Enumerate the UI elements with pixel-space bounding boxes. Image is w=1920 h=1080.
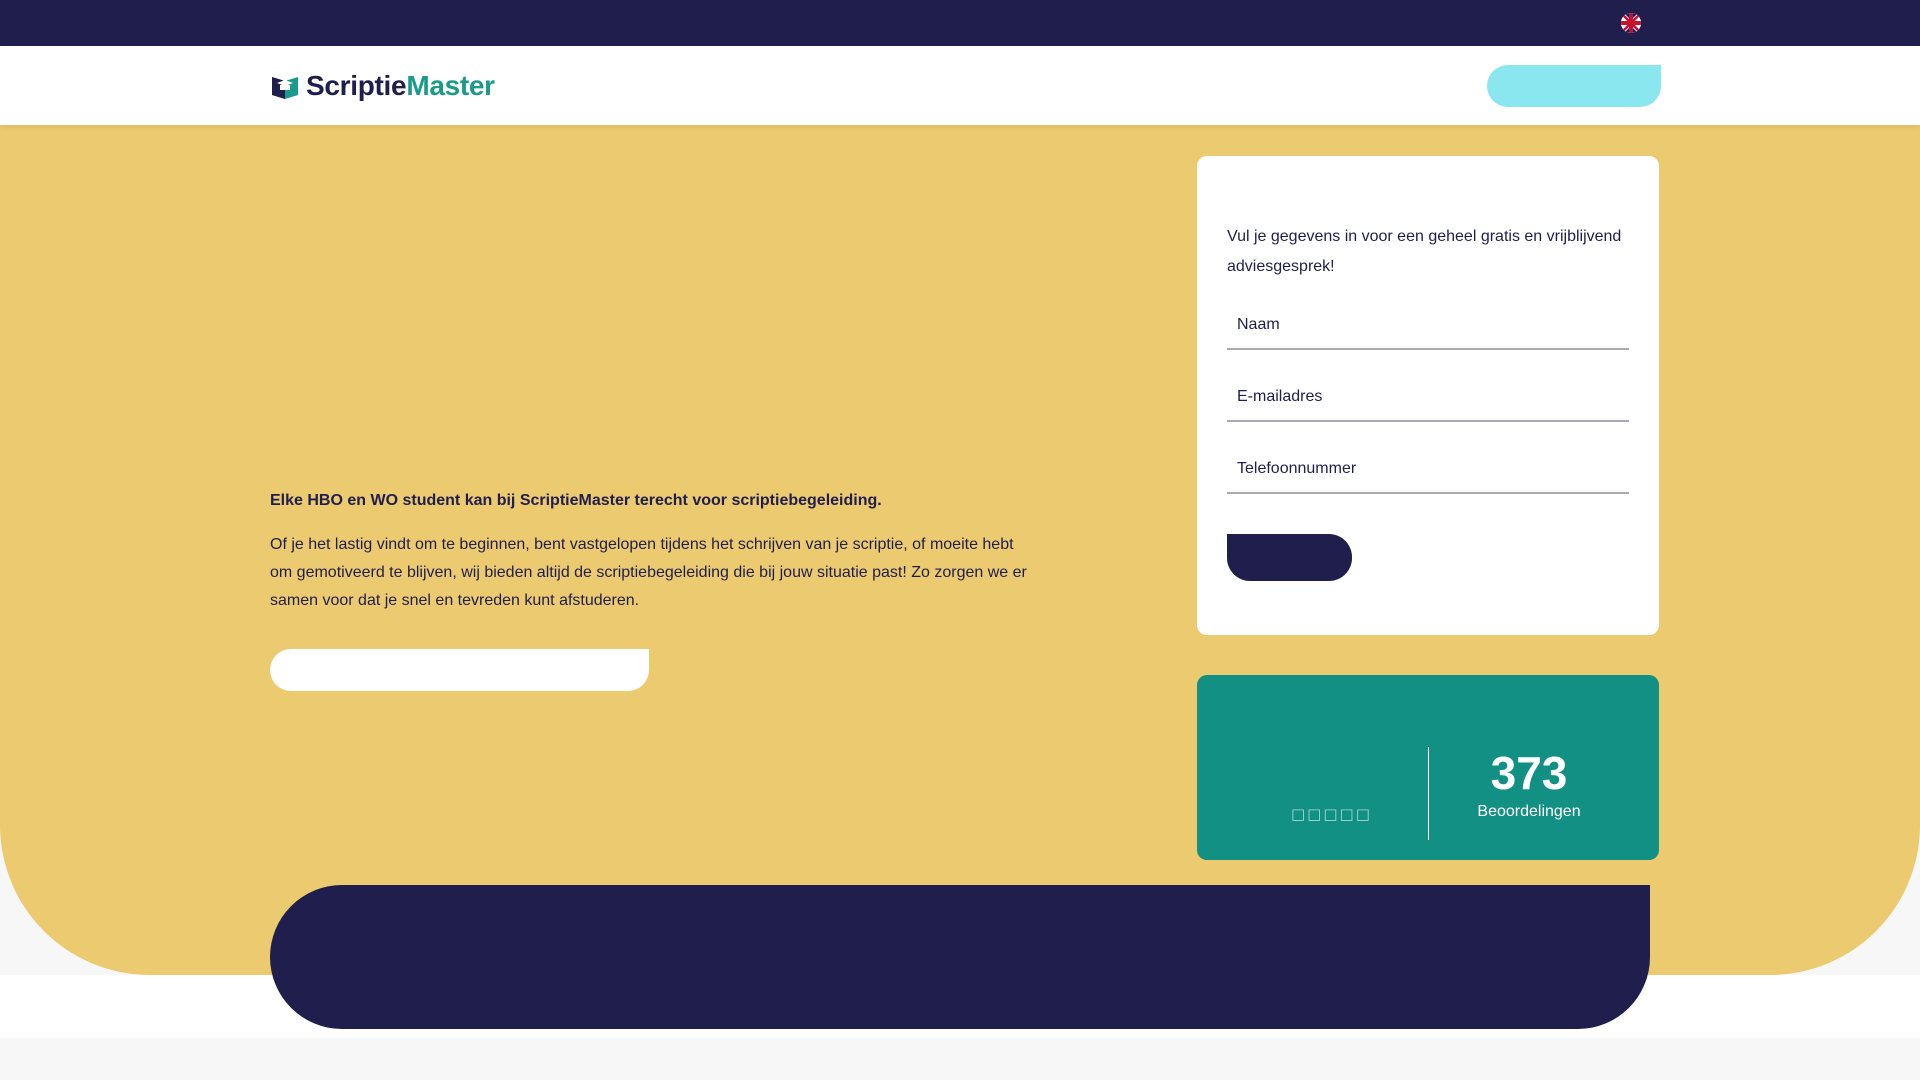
logo-text-part2: Master [406, 70, 495, 101]
phone-field[interactable] [1227, 446, 1629, 494]
top-bar [0, 0, 1920, 46]
email-field[interactable] [1227, 374, 1629, 422]
logo-text-part1: Scriptie [306, 70, 407, 101]
rating-label: Beoordelingen [1477, 803, 1581, 820]
rating-card: □□□□□ 373 Beoordelingen [1197, 675, 1659, 860]
site-header: ScriptieMaster [0, 46, 1920, 125]
rating-divider [1428, 747, 1429, 840]
uk-flag-icon[interactable] [1621, 13, 1641, 33]
form-intro-text: Vul je gegevens in voor een geheel grati… [1227, 228, 1622, 275]
graduation-cap-icon [272, 77, 298, 99]
hero-body-text: Of je het lastig vindt om te beginnen, b… [270, 536, 1027, 609]
logo[interactable]: ScriptieMaster [270, 70, 495, 102]
dark-banner [270, 885, 1650, 1029]
header-cta-button[interactable] [1487, 65, 1661, 107]
name-field[interactable] [1227, 302, 1629, 350]
hero-cta-button[interactable] [270, 649, 649, 691]
star-rating-icons: □□□□□ [1291, 805, 1372, 823]
hero-heading: Elke HBO en WO student kan bij ScriptieM… [270, 492, 882, 509]
form-submit-button[interactable] [1227, 534, 1352, 581]
rating-count: 373 [1490, 747, 1568, 799]
